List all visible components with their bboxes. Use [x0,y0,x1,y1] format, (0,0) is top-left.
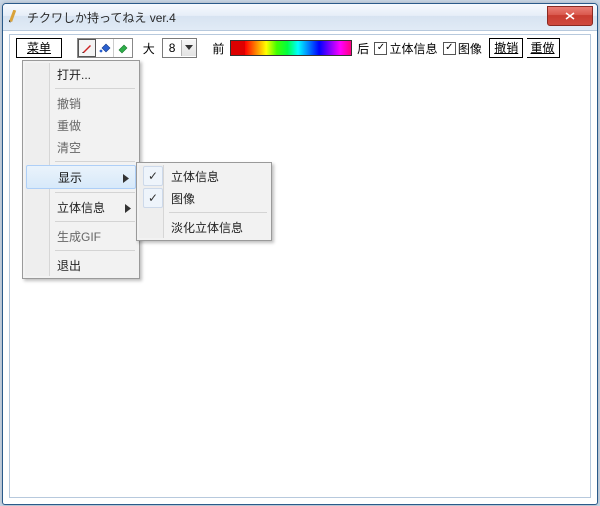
submenu-item-label: 淡化立体信息 [171,219,243,236]
hue-gradient [245,41,351,55]
check-icon: ✓ [143,166,163,186]
menu-separator [169,212,267,213]
image-checkbox-label: 图像 [458,40,482,57]
menu-item[interactable]: 撤销 [25,92,137,114]
submenu-item[interactable]: 淡化立体信息 [139,216,269,238]
submenu-arrow-icon [125,202,131,216]
color-strip[interactable] [230,40,352,56]
submenu-item[interactable]: ✓ 立体信息 [139,165,269,187]
redo-button[interactable]: 重做 [527,38,560,58]
undo-button[interactable]: 撤销 [489,38,523,58]
stereo-checkbox[interactable]: ✓ 立体信息 [374,40,437,57]
menu-item[interactable]: 显示 [26,165,136,189]
submenu-item-label: 立体信息 [171,168,219,185]
titlebar[interactable]: チクワしか持ってねえ ver.4 [3,4,597,31]
tool-group [77,38,133,58]
app-icon [9,10,23,24]
size-select[interactable]: 8 [162,38,197,58]
app-window: チクワしか持ってねえ ver.4 菜单 [2,3,598,505]
current-color-swatch [231,41,246,55]
checkbox-box: ✓ [374,42,387,55]
size-value: 8 [163,40,181,56]
menu-button[interactable]: 菜单 [16,38,62,58]
eraser-tool[interactable] [114,39,132,57]
menu-item[interactable]: 退出 [25,254,137,276]
menu-item[interactable]: 打开... [25,63,137,85]
menu-separator [55,88,135,89]
front-color-label: 前 [212,40,224,57]
submenu-item-label: 图像 [171,190,195,207]
main-menu[interactable]: 打开... 撤销重做清空显示立体信息生成GIF 退出 [22,60,140,279]
display-submenu[interactable]: ✓ 立体信息 ✓ 图像淡化立体信息 [136,162,272,241]
size-dropdown-arrow[interactable] [181,40,196,56]
pen-tool[interactable] [78,39,96,57]
check-icon: ✓ [143,188,163,208]
close-button[interactable] [547,6,593,26]
back-color-label: 后 [357,40,369,57]
client-area: 菜单 [9,34,591,498]
submenu-arrow-icon [123,172,129,186]
menu-separator [55,161,135,162]
menu-item[interactable]: 立体信息 [25,196,137,218]
menu-separator [55,250,135,251]
checkbox-box: ✓ [443,42,456,55]
stereo-checkbox-label: 立体信息 [389,40,437,57]
menu-item[interactable]: 生成GIF [25,225,137,247]
fill-tool[interactable] [96,39,114,57]
menu-item[interactable]: 重做 [25,114,137,136]
size-label: 大 [143,40,155,57]
submenu-item[interactable]: ✓ 图像 [139,187,269,209]
image-checkbox[interactable]: ✓ 图像 [443,40,482,57]
menu-separator [55,221,135,222]
menu-separator [55,192,135,193]
window-title: チクワしか持ってねえ ver.4 [27,9,176,26]
menu-item[interactable]: 清空 [25,136,137,158]
